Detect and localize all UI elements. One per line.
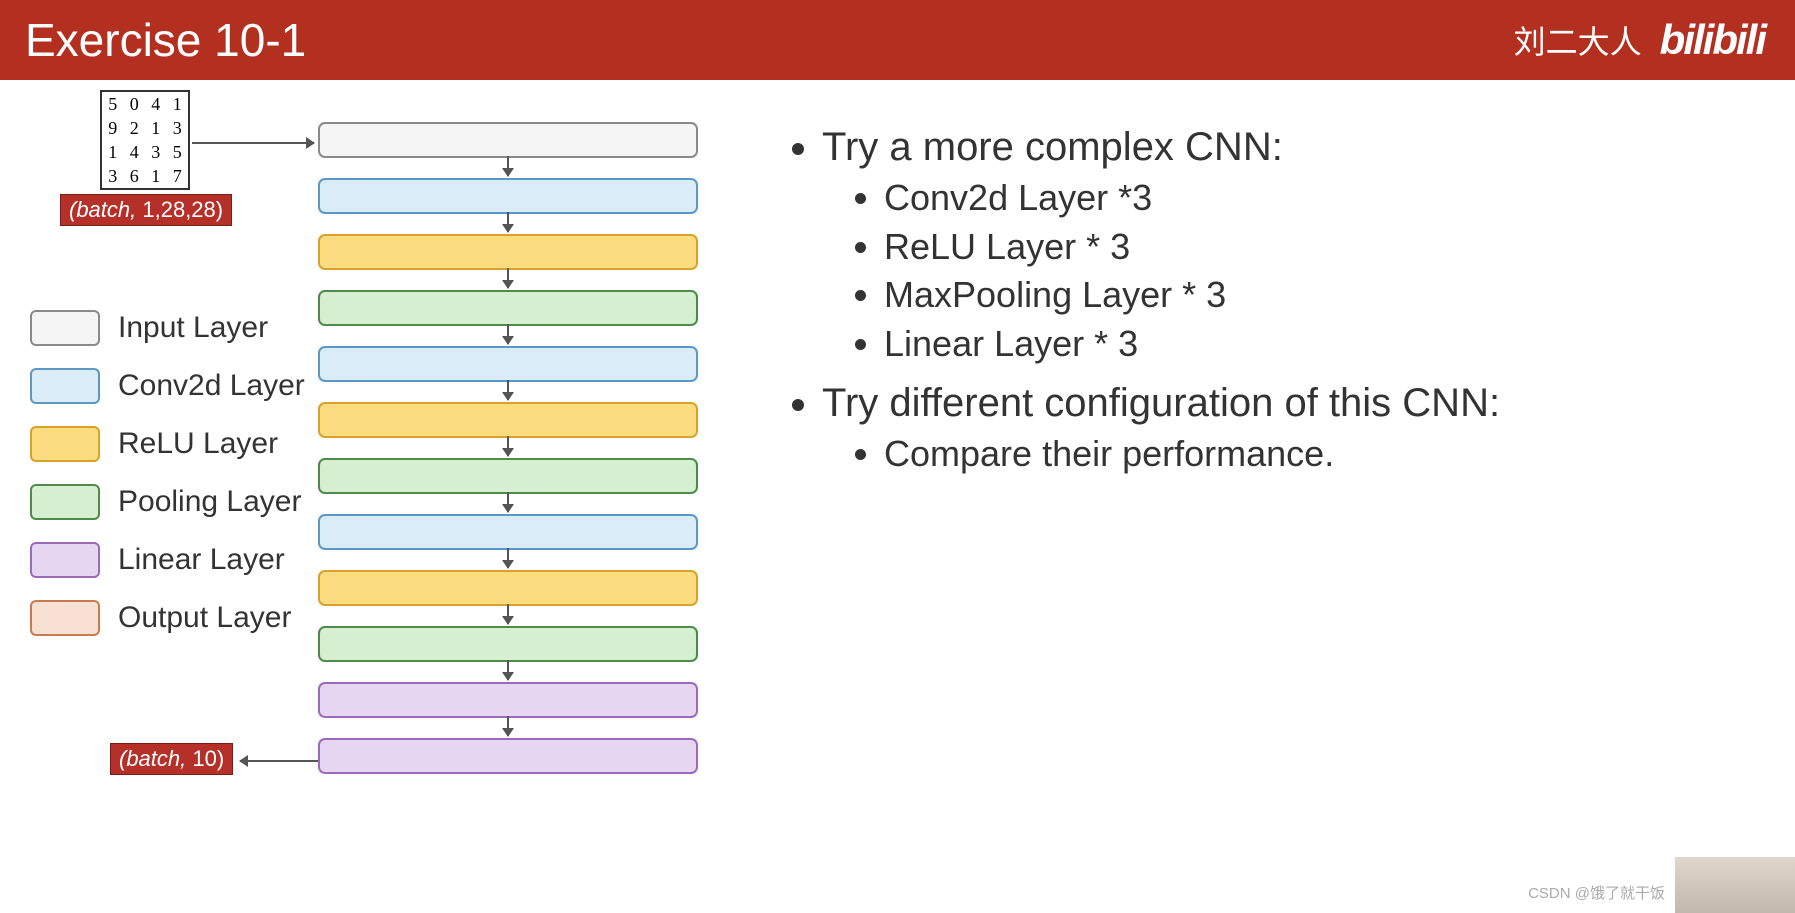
legend: Input Layer Conv2d Layer ReLU Layer Pooling… <box>30 310 305 658</box>
corner-photo <box>1675 857 1795 913</box>
shape-in-italic: (batch, <box>69 197 136 222</box>
arrow-net-to-output <box>240 760 318 762</box>
author-name: 刘二大人 <box>1514 17 1642 63</box>
layer-linear <box>318 738 698 774</box>
mnist-digit: 1 <box>173 94 182 115</box>
bullet-2: Try different configuration of this CNN:… <box>822 376 1755 479</box>
mnist-digit: 1 <box>151 166 160 187</box>
layer-conv <box>318 178 698 214</box>
header-right: 刘二大人 bilibili <box>1514 16 1765 64</box>
mnist-digit: 3 <box>151 142 160 163</box>
shape-in-rest: 1,28,28) <box>136 197 223 222</box>
mnist-digit: 6 <box>130 166 139 187</box>
arrow-down-icon <box>507 212 509 232</box>
arrow-down-icon <box>507 604 509 624</box>
mnist-digit: 2 <box>130 118 139 139</box>
shape-out-rest: 10) <box>186 746 224 771</box>
legend-swatch <box>30 310 100 346</box>
bullets: Try a more complex CNN: Conv2d Layer *3R… <box>790 120 1755 487</box>
legend-label: ReLU Layer <box>118 427 278 461</box>
layer-pool <box>318 458 698 494</box>
mnist-digit: 7 <box>173 166 182 187</box>
bullet-1-item: ReLU Layer * 3 <box>884 223 1755 272</box>
layer-pool <box>318 626 698 662</box>
mnist-digit: 5 <box>108 94 117 115</box>
mnist-digit: 3 <box>108 166 117 187</box>
layer-relu <box>318 570 698 606</box>
mnist-thumbnail: 5041921314353617 <box>100 90 190 190</box>
bullet-1: Try a more complex CNN: Conv2d Layer *3R… <box>822 120 1755 368</box>
legend-row: ReLU Layer <box>30 426 305 462</box>
legend-row: Conv2d Layer <box>30 368 305 404</box>
mnist-digit: 5 <box>173 142 182 163</box>
layer-conv <box>318 514 698 550</box>
bullet-1-item: MaxPooling Layer * 3 <box>884 271 1755 320</box>
arrow-down-icon <box>507 548 509 568</box>
network-column <box>318 122 698 794</box>
layer-input <box>318 122 698 158</box>
mnist-digit: 4 <box>151 94 160 115</box>
legend-label: Pooling Layer <box>118 485 301 519</box>
slide-header: Exercise 10-1 刘二大人 bilibili <box>0 0 1795 80</box>
arrow-input-to-net <box>192 142 314 144</box>
layer-pool <box>318 290 698 326</box>
legend-label: Input Layer <box>118 311 268 345</box>
mnist-digit: 0 <box>130 94 139 115</box>
bullet-1-text: Try a more complex CNN: <box>822 125 1283 169</box>
arrow-down-icon <box>507 660 509 680</box>
legend-label: Output Layer <box>118 601 291 635</box>
legend-swatch <box>30 426 100 462</box>
input-shape-label: (batch, 1,28,28) <box>60 194 232 226</box>
layer-conv <box>318 346 698 382</box>
legend-swatch <box>30 368 100 404</box>
slide-content: 5041921314353617 (batch, 1,28,28) Input … <box>0 80 1795 913</box>
legend-row: Linear Layer <box>30 542 305 578</box>
arrow-down-icon <box>507 268 509 288</box>
legend-label: Conv2d Layer <box>118 369 305 403</box>
arrow-down-icon <box>507 492 509 512</box>
watermark: CSDN @饿了就干饭 <box>1528 882 1665 903</box>
mnist-digit: 1 <box>108 142 117 163</box>
arrow-down-icon <box>507 380 509 400</box>
mnist-digit: 9 <box>108 118 117 139</box>
legend-row: Pooling Layer <box>30 484 305 520</box>
legend-label: Linear Layer <box>118 543 285 577</box>
legend-row: Output Layer <box>30 600 305 636</box>
bilibili-logo: bilibili <box>1660 16 1765 64</box>
layer-linear <box>318 682 698 718</box>
legend-swatch <box>30 484 100 520</box>
arrow-down-icon <box>507 156 509 176</box>
legend-swatch <box>30 542 100 578</box>
slide-title: Exercise 10-1 <box>25 13 306 67</box>
legend-swatch <box>30 600 100 636</box>
arrow-down-icon <box>507 436 509 456</box>
mnist-digit: 4 <box>130 142 139 163</box>
arrow-down-icon <box>507 324 509 344</box>
bullet-1-item: Conv2d Layer *3 <box>884 174 1755 223</box>
mnist-digit: 3 <box>173 118 182 139</box>
arrow-down-icon <box>507 716 509 736</box>
legend-row: Input Layer <box>30 310 305 346</box>
bullet-2-item: Compare their performance. <box>884 430 1755 479</box>
shape-out-italic: (batch, <box>119 746 186 771</box>
output-shape-label: (batch, 10) <box>110 743 233 775</box>
bullet-2-text: Try different configuration of this CNN: <box>822 381 1500 425</box>
layer-relu <box>318 402 698 438</box>
bullet-1-item: Linear Layer * 3 <box>884 320 1755 369</box>
mnist-digit: 1 <box>151 118 160 139</box>
layer-relu <box>318 234 698 270</box>
